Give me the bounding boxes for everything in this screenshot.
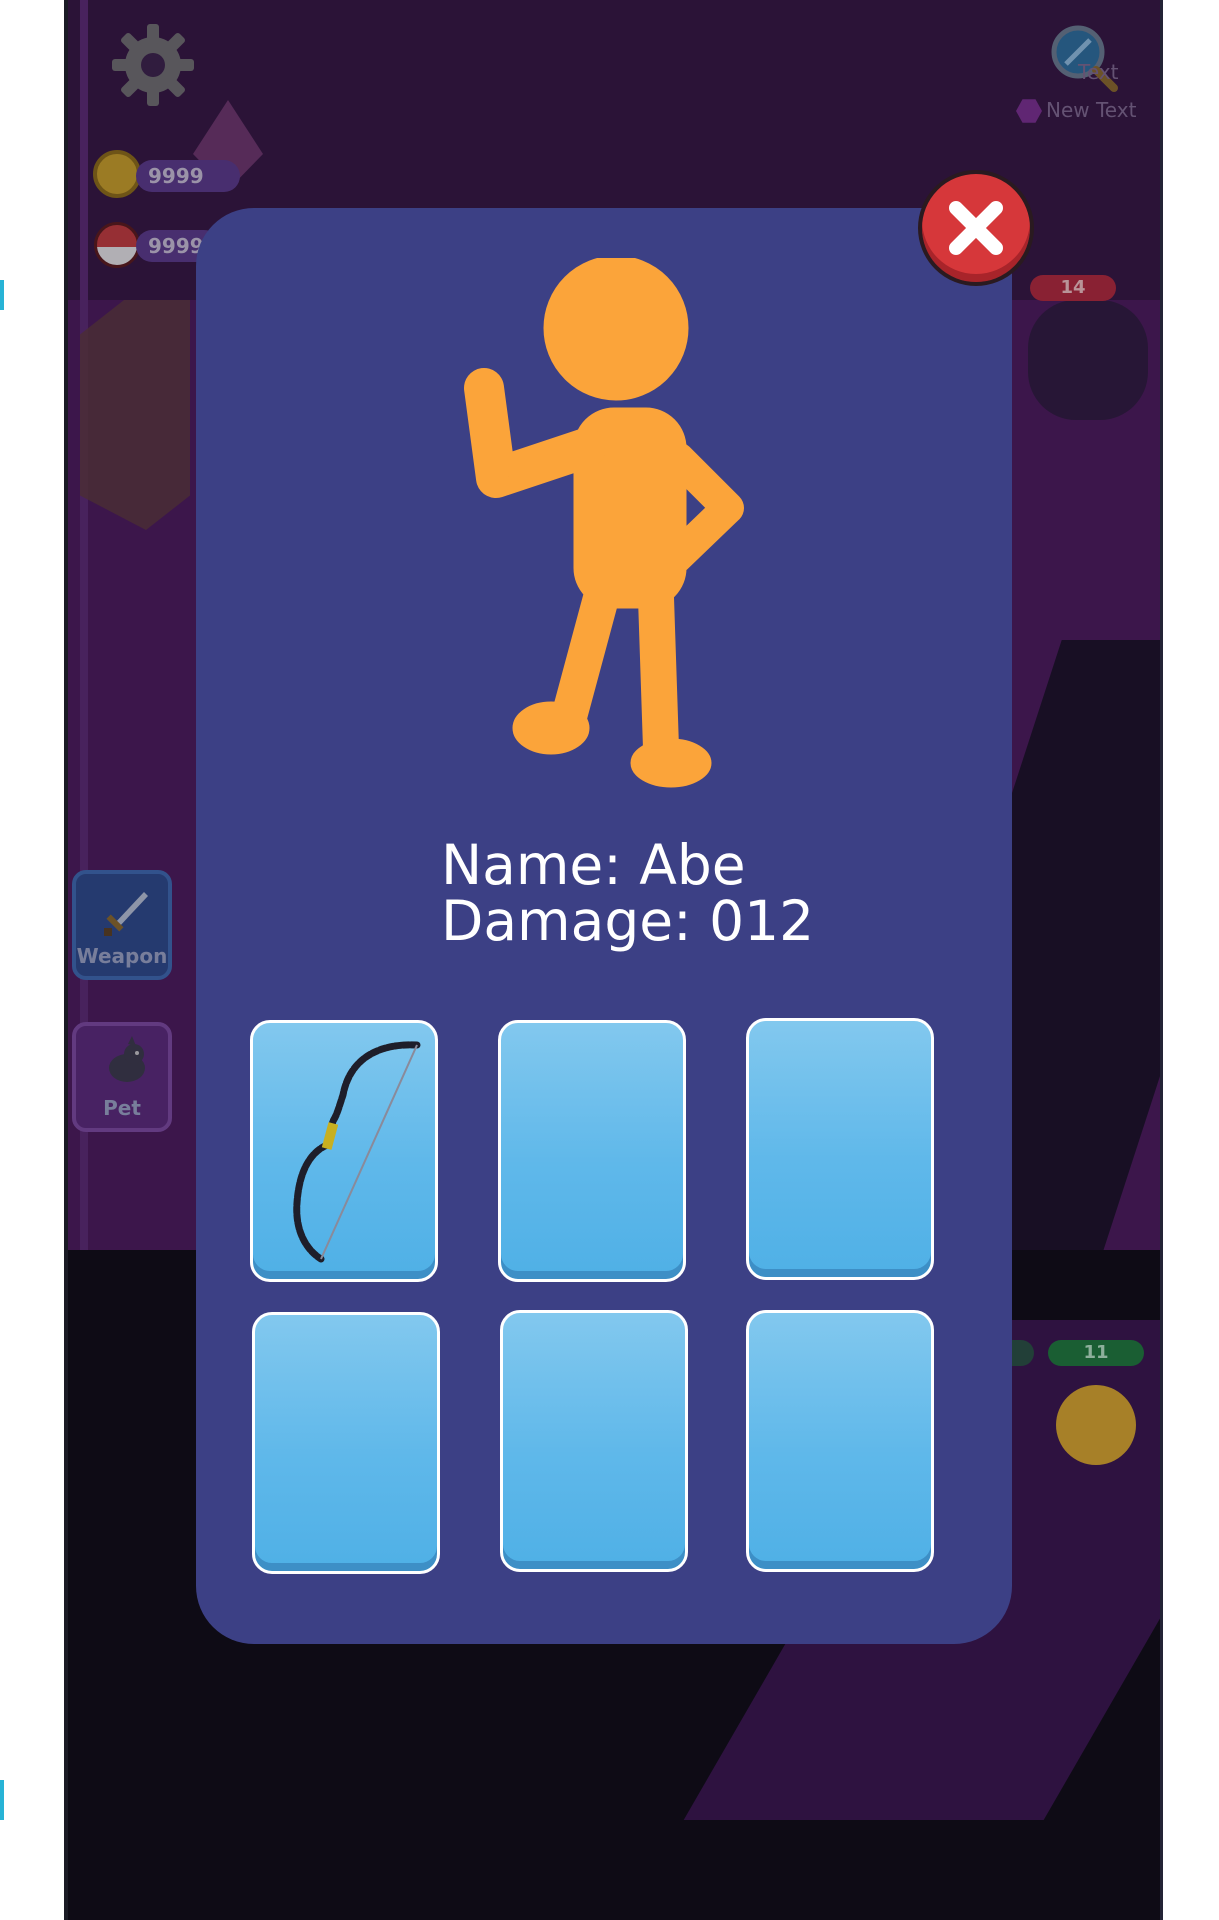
inventory-slot-3[interactable]: [746, 1018, 934, 1280]
left-frame-accent: [0, 1780, 4, 1820]
inventory-slot-1[interactable]: [250, 1020, 438, 1282]
right-frame: [1160, 0, 1219, 1920]
character-damage: Damage: 012: [441, 889, 815, 953]
close-icon: [949, 201, 1003, 255]
bow-icon: [293, 1041, 421, 1263]
left-frame: [0, 0, 68, 1920]
character-info-modal: Name: Abe Damage: 012: [196, 208, 1012, 1644]
inventory-slot-2[interactable]: [498, 1020, 686, 1282]
character-name: Name: Abe: [441, 833, 746, 897]
close-button[interactable]: [918, 170, 1034, 286]
inventory-slot-4[interactable]: [252, 1312, 440, 1574]
inventory-slot-5[interactable]: [500, 1310, 688, 1572]
character-silhouette: [464, 258, 744, 788]
inventory-slot-6[interactable]: [746, 1310, 934, 1572]
left-frame-accent: [0, 280, 4, 310]
right-frame-edge: [1160, 0, 1163, 1920]
